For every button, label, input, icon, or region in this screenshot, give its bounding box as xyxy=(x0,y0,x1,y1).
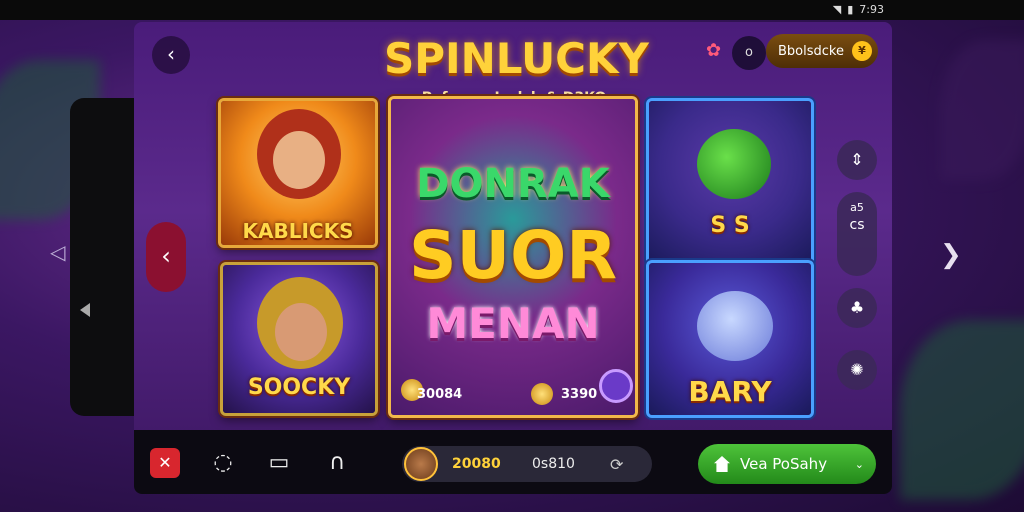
balance-label: Bbolsdcke xyxy=(778,43,844,59)
app-window: ‹ SPINLUCKY Pefesom Ioslsh & D3KO ✿ o Bb… xyxy=(134,22,892,494)
game-card-featured[interactable]: DONRAK SUOR MENAN 30084 3390 xyxy=(388,96,638,418)
bookmark-icon[interactable]: ▭ xyxy=(264,448,294,478)
character-face xyxy=(275,303,327,361)
card-label: KABLICKS xyxy=(242,219,354,243)
play-now-button[interactable]: Vea PoSahy ⌄ xyxy=(698,444,876,484)
coin-icon: ¥ xyxy=(851,41,872,61)
featured-right-value: 3390 xyxy=(561,387,598,402)
game-card-bary[interactable]: BARY xyxy=(646,260,814,418)
notifications-button[interactable]: o xyxy=(732,36,766,70)
bet-panel[interactable]: 20080 0s810 ⟳ xyxy=(402,446,652,482)
chat-icon[interactable]: ◌ xyxy=(208,448,238,478)
background-leaf xyxy=(940,40,1024,180)
bet-count: 0s810 xyxy=(532,456,575,472)
purple-gem-icon xyxy=(599,369,633,403)
back-arrow-icon: ‹ xyxy=(167,42,175,66)
bottom-bar: ✕ ◌ ▭ ∩ 20080 0s810 ⟳ Vea PoSahy ⌄ xyxy=(134,430,892,494)
bet-amount: 20080 xyxy=(452,456,501,472)
chevron-down-icon: ⌄ xyxy=(854,457,864,471)
character-face xyxy=(273,131,325,189)
game-card-kablicks[interactable]: KABLICKS xyxy=(218,98,378,248)
refresh-icon[interactable]: ⟳ xyxy=(610,455,623,474)
featured-title-line-3: MENAN xyxy=(426,299,600,348)
nav-back-triangle-icon[interactable] xyxy=(80,303,90,317)
battery-icon: ▮ xyxy=(847,3,854,16)
card-label: S S xyxy=(710,213,750,238)
filter-label-top: a5 xyxy=(850,201,864,214)
balance-button[interactable]: Bbolsdcke ¥ xyxy=(766,34,878,68)
creature-head xyxy=(697,291,773,361)
notifications-badge: o xyxy=(745,45,753,60)
featured-left-value: 30084 xyxy=(417,387,463,402)
thumb-down-icon[interactable]: ♣ xyxy=(837,288,877,328)
side-toolbar: ⇕ a5 cs ♣ ✺ xyxy=(836,140,878,390)
home-icon xyxy=(714,456,730,472)
status-bar: ◥ ▮ 7:93 xyxy=(0,0,1024,20)
avatar xyxy=(404,447,438,481)
card-label: BARY xyxy=(688,375,772,408)
app-logo: SPINLUCKY xyxy=(384,34,649,83)
filter-label-bottom: cs xyxy=(849,217,865,234)
prev-page-button[interactable]: ‹ xyxy=(146,222,186,292)
chevron-left-icon: ‹ xyxy=(161,242,171,270)
settings-icon[interactable]: ✺ xyxy=(837,350,877,390)
phone-frame xyxy=(70,98,140,416)
play-now-label: Vea PoSahy xyxy=(740,455,828,473)
background-leaf xyxy=(900,320,1024,500)
card-label: SOOCKY xyxy=(247,375,351,400)
lucky-icon[interactable]: ✕ xyxy=(150,448,180,478)
back-button[interactable]: ‹ xyxy=(152,36,190,74)
outer-prev-arrow-icon[interactable]: ◁ xyxy=(50,240,65,264)
game-card-dragon[interactable]: S S xyxy=(646,98,814,266)
featured-title-line-1: DONRAK xyxy=(416,161,610,207)
coin-icon xyxy=(531,383,553,405)
gift-icon[interactable]: ✿ xyxy=(706,40,730,64)
outer-next-arrow-icon[interactable]: ❯ xyxy=(940,240,962,270)
wifi-icon: ◥ xyxy=(832,3,842,16)
featured-title-line-2: SUOR xyxy=(408,217,618,294)
game-card-soocky[interactable]: SOOCKY xyxy=(220,262,378,416)
headset-icon[interactable]: ∩ xyxy=(322,448,352,478)
sort-icon[interactable]: ⇕ xyxy=(837,140,877,180)
filter-button[interactable]: a5 cs xyxy=(837,192,877,276)
green-creature-head xyxy=(697,129,771,199)
status-time: 7:93 xyxy=(859,3,884,16)
